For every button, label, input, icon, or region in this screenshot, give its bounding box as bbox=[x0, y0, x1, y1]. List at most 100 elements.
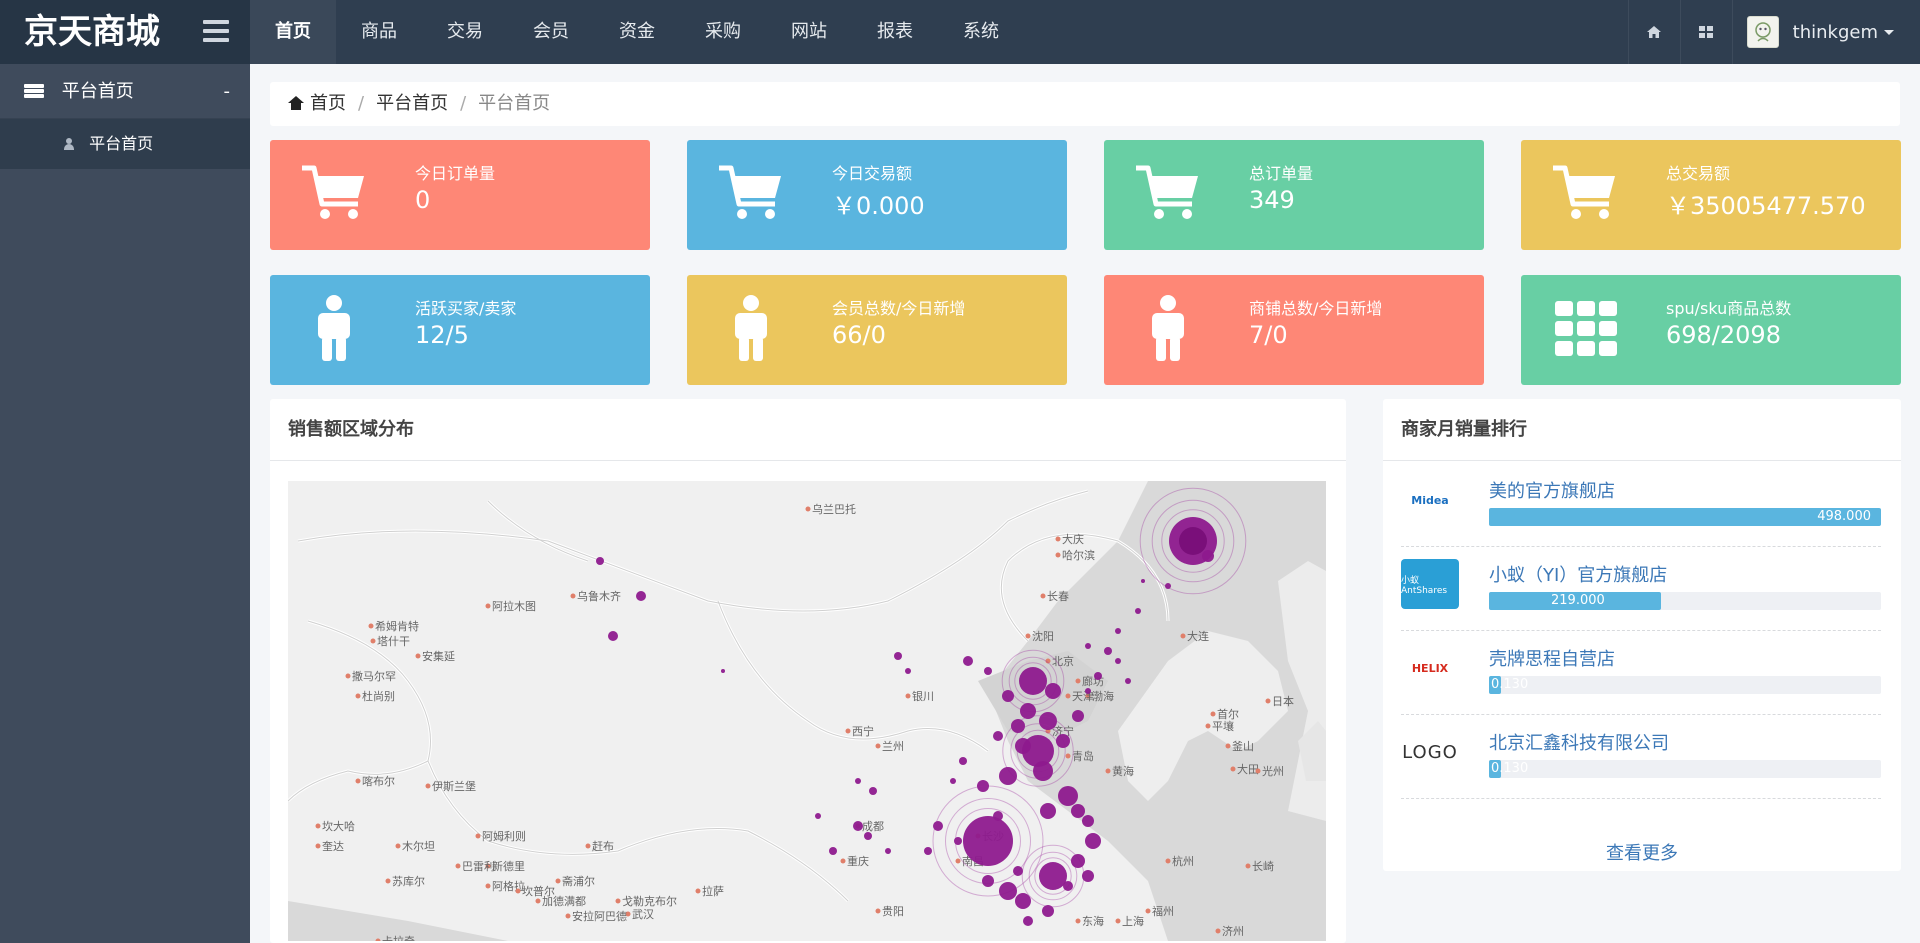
rank-merchant-name[interactable]: 壳牌思程自营店 bbox=[1489, 645, 1615, 671]
map-label: 首尔 bbox=[1217, 707, 1239, 721]
rank-value: 0.130 bbox=[1491, 677, 1529, 692]
nav-item-member[interactable]: 会员 bbox=[508, 0, 594, 64]
map-label: 黄海 bbox=[1112, 764, 1134, 778]
map-label: 新德里 bbox=[492, 859, 525, 873]
map-label: 银川 bbox=[912, 689, 934, 703]
map-label: 阿拉木图 bbox=[492, 599, 536, 613]
sales-bubble bbox=[1058, 786, 1078, 806]
nav-item-goods[interactable]: 商品 bbox=[336, 0, 422, 64]
map-label: 安拉阿巴德 bbox=[572, 909, 627, 923]
nav-item-website[interactable]: 网站 bbox=[766, 0, 852, 64]
top-navbar: 京天商城 首页 商品 交易 会员 资金 采购 网站 报表 系统 thinkgem bbox=[0, 0, 1920, 64]
nav-item-funds[interactable]: 资金 bbox=[594, 0, 680, 64]
home-icon bbox=[288, 96, 304, 110]
map-label: 斋浦尔 bbox=[562, 874, 595, 888]
sales-bubble bbox=[1115, 658, 1121, 664]
map-label: 武汉 bbox=[632, 908, 654, 921]
map-label: 大田 bbox=[1237, 762, 1259, 776]
sales-bubble bbox=[1071, 854, 1085, 868]
user-menu[interactable]: thinkgem bbox=[1731, 0, 1920, 64]
main-content: 首页 / 平台首页 / 平台首页 今日订单量 0 今日交易额 ￥0.000 总订单量 3… bbox=[250, 64, 1920, 943]
map-label: 长春 bbox=[1047, 590, 1069, 603]
sales-map[interactable]: 乌兰巴托 大庆 哈尔滨 长春 沈阳 大连 乌鲁木齐 阿拉木图 希姆肯特 塔什干 安集延 撒马尔罕 杜尚别… bbox=[288, 481, 1326, 941]
map-label: 撒马尔罕 bbox=[352, 669, 396, 683]
sales-bubble bbox=[1082, 815, 1094, 827]
sales-bubble bbox=[864, 832, 872, 840]
map-label: 西宁 bbox=[852, 724, 874, 738]
sales-bubble bbox=[608, 631, 618, 641]
stat-card-today-orders[interactable]: 今日订单量 0 bbox=[270, 140, 650, 250]
nav-item-report[interactable]: 报表 bbox=[852, 0, 938, 64]
sales-bubble bbox=[1040, 803, 1056, 819]
map-label: 杜尚别 bbox=[362, 689, 395, 703]
sales-bubble bbox=[1165, 583, 1171, 589]
dashboard-grid-icon[interactable] bbox=[1679, 0, 1732, 64]
stat-label: 活跃买家/卖家 bbox=[415, 299, 517, 318]
generic-logo: LOGO bbox=[1402, 741, 1458, 763]
sales-bubble bbox=[1071, 804, 1085, 818]
breadcrumb-current: 平台首页 bbox=[478, 93, 551, 114]
panel-title: 销售额区域分布 bbox=[270, 399, 1346, 461]
nav-item-system[interactable]: 系统 bbox=[938, 0, 1024, 64]
sales-bubble bbox=[1141, 579, 1145, 583]
nav-item-trade[interactable]: 交易 bbox=[422, 0, 508, 64]
map-label: 青岛 bbox=[1072, 749, 1094, 763]
breadcrumb-level1[interactable]: 平台首页 bbox=[376, 93, 448, 114]
stat-value: 698/2098 bbox=[1666, 321, 1781, 349]
view-more-link[interactable]: 查看更多 bbox=[1383, 839, 1901, 865]
rank-merchant-name[interactable]: 美的官方旗舰店 bbox=[1489, 477, 1615, 503]
stat-card-total-orders[interactable]: 总订单量 349 bbox=[1104, 140, 1484, 250]
sales-bubble bbox=[999, 767, 1017, 785]
stat-value: 66/0 bbox=[832, 321, 886, 349]
rank-merchant-name[interactable]: 北京汇鑫科技有限公司 bbox=[1489, 729, 1669, 755]
map-label: 乌鲁木齐 bbox=[577, 589, 621, 603]
home-icon[interactable] bbox=[1627, 0, 1680, 64]
rank-row: LOGO 北京汇鑫科技有限公司 0.130 bbox=[1401, 715, 1881, 799]
stat-card-shops[interactable]: 商铺总数/今日新增 7/0 bbox=[1104, 275, 1484, 385]
map-label: 希姆肯特 bbox=[375, 619, 419, 633]
sales-bubble bbox=[905, 668, 911, 674]
rank-progress-bar: 0.130 bbox=[1489, 676, 1881, 694]
sidebar-group-platform-home[interactable]: 平台首页 - bbox=[0, 64, 250, 119]
map-label: 沈阳 bbox=[1032, 629, 1054, 643]
sidebar-group-label: 平台首页 bbox=[61, 81, 134, 102]
map-label: 乌兰巴托 bbox=[812, 502, 856, 516]
map-label: 渤海 bbox=[1092, 689, 1114, 703]
stat-card-goods-count[interactable]: spu/sku商品总数 698/2098 bbox=[1521, 275, 1901, 385]
map-canvas[interactable]: 乌兰巴托大庆哈尔滨长春沈阳 大连 乌鲁木齐阿拉木图希姆肯特塔什干安集延撒马尔罕杜尚别… bbox=[288, 481, 1326, 941]
sales-bubble bbox=[999, 882, 1017, 900]
stat-card-members[interactable]: 会员总数/今日新增 66/0 bbox=[687, 275, 1067, 385]
main-nav: 首页 商品 交易 会员 资金 采购 网站 报表 系统 bbox=[250, 0, 1024, 64]
map-label: 拉萨 bbox=[702, 884, 724, 898]
map-label: 卡拉奇 bbox=[382, 934, 415, 941]
map-label: 北京 bbox=[1052, 654, 1074, 668]
sales-bubble bbox=[1072, 710, 1084, 722]
breadcrumb: 首页 / 平台首页 / 平台首页 bbox=[270, 82, 1900, 126]
avatar bbox=[1746, 16, 1779, 48]
map-label: 东海 bbox=[1082, 914, 1104, 928]
nav-item-purchase[interactable]: 采购 bbox=[680, 0, 766, 64]
map-label: 喀布尔 bbox=[362, 775, 395, 788]
map-label: 日本 bbox=[1272, 694, 1294, 708]
hamburger-menu-icon[interactable] bbox=[203, 20, 229, 44]
sales-bubble bbox=[721, 669, 725, 673]
map-label: 哈尔滨 bbox=[1062, 548, 1095, 562]
stat-card-total-amount[interactable]: 总交易额 ￥35005477.570 bbox=[1521, 140, 1901, 250]
stat-card-active-buyers-sellers[interactable]: 活跃买家/卖家 12/5 bbox=[270, 275, 650, 385]
sidebar-item-platform-home[interactable]: 平台首页 bbox=[0, 119, 250, 169]
breadcrumb-home[interactable]: 首页 bbox=[310, 93, 346, 114]
rank-merchant-name[interactable]: 小蚁（YI）官方旗舰店 bbox=[1489, 561, 1667, 587]
sales-bubble bbox=[959, 757, 967, 765]
nav-item-home[interactable]: 首页 bbox=[250, 0, 336, 64]
collapse-icon[interactable]: - bbox=[224, 64, 231, 119]
map-label: 釜山 bbox=[1232, 739, 1254, 753]
sales-bubble bbox=[829, 847, 837, 855]
rank-value: 498.000 bbox=[1817, 509, 1871, 524]
user-icon bbox=[64, 138, 74, 150]
map-label: 上海 bbox=[1122, 914, 1144, 928]
sales-bubble bbox=[885, 848, 891, 854]
map-label: 兰州 bbox=[882, 740, 904, 753]
stat-card-today-amount[interactable]: 今日交易额 ￥0.000 bbox=[687, 140, 1067, 250]
sales-bubble bbox=[1023, 916, 1033, 926]
chevron-down-icon bbox=[1884, 29, 1894, 35]
